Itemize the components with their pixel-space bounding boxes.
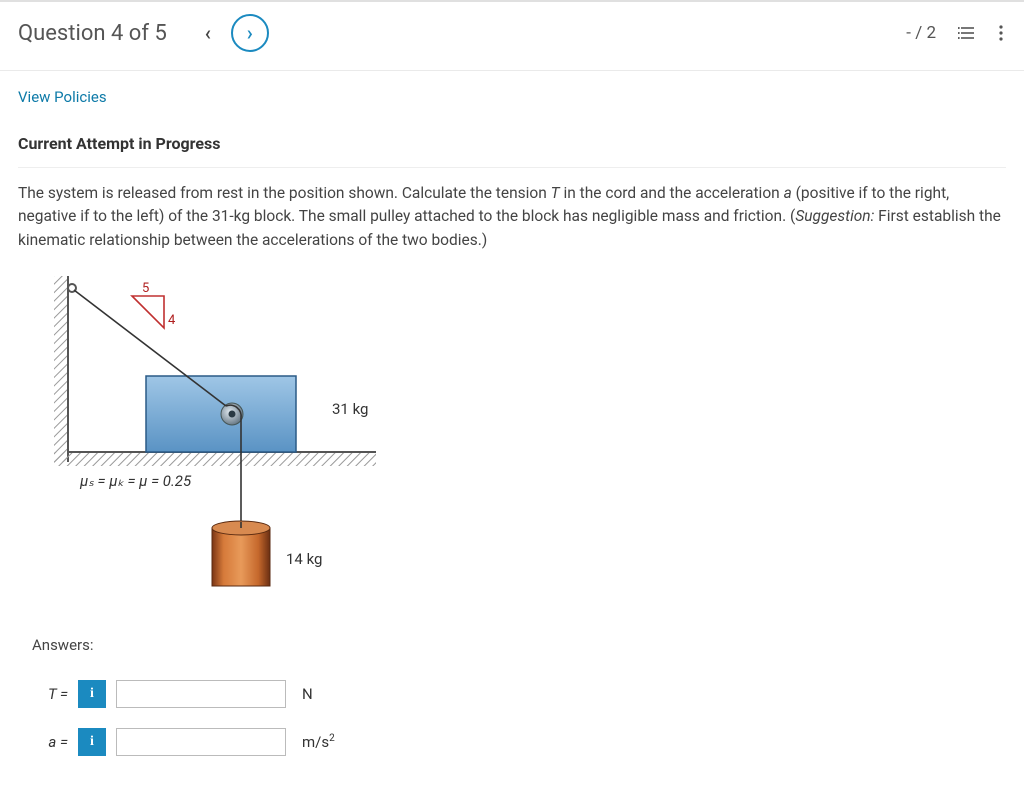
- score-display: - / 2: [906, 23, 936, 43]
- chevron-left-icon: ‹: [205, 21, 211, 45]
- unit-T: N: [302, 685, 313, 703]
- list-icon[interactable]: [958, 24, 976, 42]
- info-button-a[interactable]: i: [78, 728, 106, 756]
- view-policies-link[interactable]: View Policies: [18, 88, 107, 106]
- more-options-icon[interactable]: [998, 24, 1004, 42]
- slope-run-label: 4: [168, 313, 176, 328]
- block-mass-label: 31 kg: [332, 400, 368, 418]
- answer-var-a: a =: [40, 733, 68, 751]
- unit-a: m/s2: [302, 733, 335, 751]
- chevron-right-icon: ›: [247, 21, 253, 45]
- hanging-mass-label: 14 kg: [286, 550, 322, 568]
- divider: [18, 167, 1006, 168]
- prev-question-button[interactable]: ‹: [189, 14, 227, 52]
- problem-statement: The system is released from rest in the …: [18, 182, 1006, 252]
- answer-row-tension: T = i N: [40, 680, 1006, 708]
- acceleration-input[interactable]: [116, 728, 286, 756]
- info-button-T[interactable]: i: [78, 680, 106, 708]
- next-question-button[interactable]: ›: [231, 14, 269, 52]
- answers-heading: Answers:: [32, 636, 1006, 654]
- question-title: Question 4 of 5: [18, 21, 167, 46]
- attempt-status: Current Attempt in Progress: [18, 134, 1006, 153]
- answer-var-T: T =: [40, 685, 68, 703]
- slope-rise-label: 5: [142, 281, 149, 296]
- friction-coeff-label: μₛ = μₖ = μ = 0.25: [79, 472, 192, 490]
- tension-input[interactable]: [116, 680, 286, 708]
- problem-diagram: 5 4 31 kg μₛ = μₖ = μ = 0.25 14 kg: [36, 276, 376, 606]
- answer-row-acceleration: a = i m/s2: [40, 728, 1006, 756]
- question-header: Question 4 of 5 ‹ › - / 2: [0, 2, 1024, 71]
